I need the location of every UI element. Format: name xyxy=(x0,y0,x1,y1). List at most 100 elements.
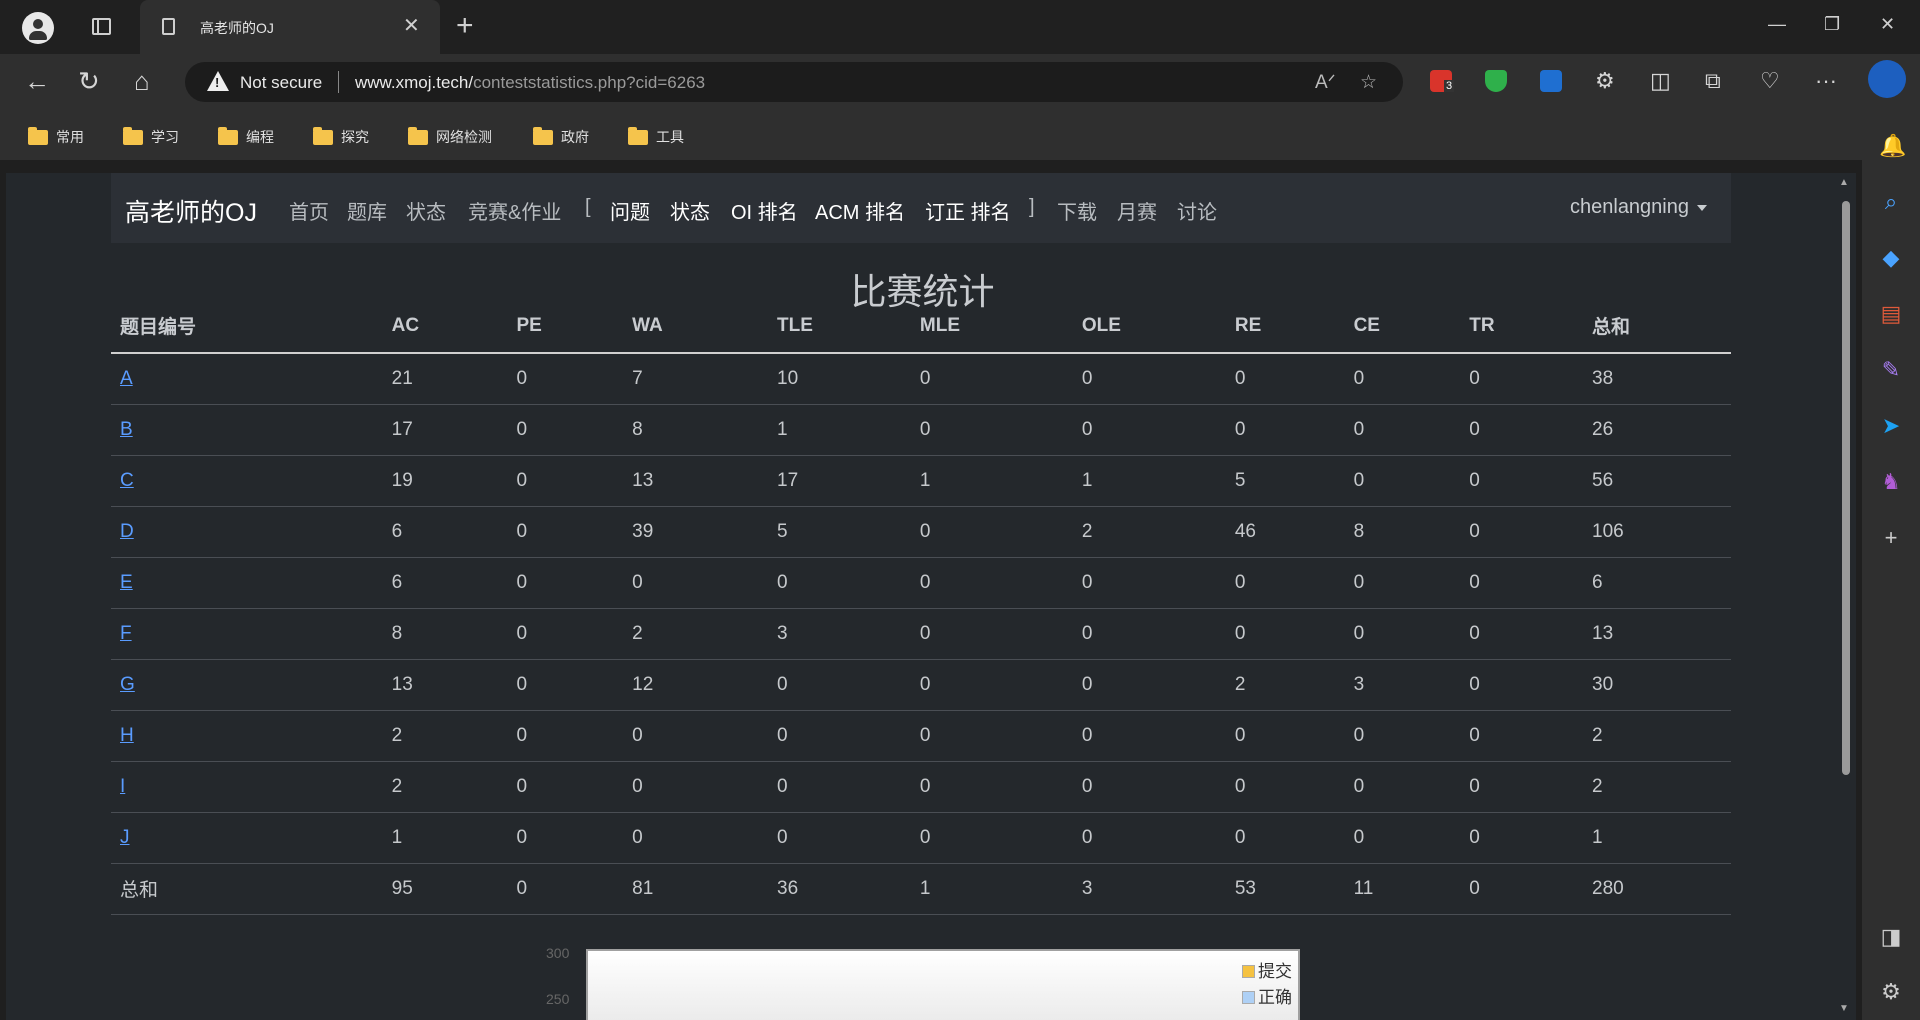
count-cell: 0 xyxy=(768,557,911,609)
nav-oi-rank[interactable]: OI 排名 xyxy=(731,196,798,225)
scroll-thumb[interactable] xyxy=(1842,201,1850,775)
count-cell: 21 xyxy=(382,353,508,405)
problem-id-cell: D xyxy=(111,506,383,558)
tab-strip: 高老师的OJ ✕ + — ❐ ✕ xyxy=(0,0,1920,54)
nav-contests[interactable]: 竞赛&作业 xyxy=(468,196,561,225)
extension-badge: 3 xyxy=(1444,80,1455,92)
zotero-extension-icon[interactable] xyxy=(1540,70,1562,92)
problem-id-cell: I xyxy=(111,761,383,813)
bookmark-label: 探究 xyxy=(341,129,369,145)
restore-icon[interactable]: ❐ xyxy=(1824,14,1840,35)
nav-download[interactable]: 下载 xyxy=(1057,196,1097,225)
count-cell: 46 xyxy=(1225,506,1345,558)
problem-link[interactable]: I xyxy=(120,776,125,797)
bookmark-folder[interactable]: 探究 xyxy=(313,126,369,147)
total-label: 总和 xyxy=(111,863,383,915)
problem-id-cell: G xyxy=(111,659,383,711)
count-cell: 0 xyxy=(1225,608,1345,660)
close-tab-icon[interactable]: ✕ xyxy=(403,13,420,38)
problem-link[interactable]: J xyxy=(120,827,130,848)
address-bar[interactable]: Not secure www.xmoj.tech/conteststatisti… xyxy=(185,62,1403,102)
refresh-icon[interactable]: ↻ xyxy=(78,66,100,96)
bookmark-folder[interactable]: 网络检测 xyxy=(408,126,492,147)
problem-link[interactable]: A xyxy=(120,368,133,389)
bookmark-folder[interactable]: 学习 xyxy=(123,126,179,147)
send-icon[interactable]: ➤ xyxy=(1879,414,1903,438)
count-cell: 0 xyxy=(507,404,624,456)
problem-link[interactable]: H xyxy=(120,725,134,746)
count-cell: 3 xyxy=(768,608,911,660)
sidebar-toggle-icon[interactable]: ◨ xyxy=(1879,925,1903,949)
tab-actions-icon[interactable] xyxy=(92,18,111,35)
problem-link[interactable]: E xyxy=(120,572,133,593)
nav-home[interactable]: 首页 xyxy=(289,196,329,225)
scroll-down-icon[interactable]: ▼ xyxy=(1839,1003,1849,1014)
nav-contest-problems[interactable]: 问题 xyxy=(610,196,650,225)
count-cell: 3 xyxy=(1344,659,1461,711)
not-secure-label[interactable]: Not secure xyxy=(240,73,322,93)
total-cell: 3 xyxy=(1072,863,1226,915)
shopping-tag-icon[interactable]: ◆ xyxy=(1879,246,1903,270)
problem-link[interactable]: G xyxy=(120,674,135,695)
bookmark-label: 学习 xyxy=(151,129,179,145)
page-scrollbar[interactable]: ▲ ▼ xyxy=(1834,173,1856,1020)
games-icon[interactable]: ♞ xyxy=(1879,470,1903,494)
bell-icon[interactable]: 🔔 xyxy=(1879,134,1906,158)
nav-acm-rank[interactable]: ACM 排名 xyxy=(815,196,905,225)
home-icon[interactable]: ⌂ xyxy=(134,66,150,96)
extensions-puzzle-icon[interactable]: ⚙ xyxy=(1595,66,1615,96)
performance-icon[interactable]: ♡ xyxy=(1760,66,1780,96)
total-cell: 280 xyxy=(1583,863,1731,915)
nav-correction-rank[interactable]: 订正 排名 xyxy=(925,196,1011,225)
shield-extension-icon[interactable] xyxy=(1485,70,1507,92)
copilot-icon[interactable] xyxy=(1868,60,1906,98)
problem-link[interactable]: B xyxy=(120,419,133,440)
new-tab-button[interactable]: + xyxy=(456,9,474,43)
browser-tab[interactable]: 高老师的OJ ✕ xyxy=(140,0,440,54)
search-icon[interactable]: ⌕ xyxy=(1879,190,1903,214)
favorite-star-icon[interactable]: ☆ xyxy=(1360,71,1377,94)
count-cell: 0 xyxy=(1072,812,1226,864)
bookmark-folder[interactable]: 政府 xyxy=(533,126,589,147)
site-brand[interactable]: 高老师的OJ xyxy=(125,193,257,229)
profile-avatar-icon[interactable] xyxy=(22,12,54,44)
tools-icon[interactable]: ▤ xyxy=(1879,302,1903,326)
add-icon[interactable]: + xyxy=(1879,526,1903,550)
total-cell: 81 xyxy=(623,863,769,915)
more-options-icon[interactable]: ··· xyxy=(1815,66,1837,96)
minimize-icon[interactable]: — xyxy=(1768,14,1786,35)
bookmark-folder[interactable]: 常用 xyxy=(28,126,84,147)
split-screen-icon[interactable]: ◫ xyxy=(1650,66,1671,96)
nav-problemset[interactable]: 题库 xyxy=(347,196,387,225)
scroll-up-icon[interactable]: ▲ xyxy=(1839,177,1849,188)
settings-gear-icon[interactable]: ⚙ xyxy=(1879,980,1903,1004)
problem-link[interactable]: C xyxy=(120,470,134,491)
collections-icon[interactable]: ⧉ xyxy=(1705,66,1721,96)
nav-discuss[interactable]: 讨论 xyxy=(1177,196,1217,225)
count-cell: 0 xyxy=(1460,353,1584,405)
bookmark-folder[interactable]: 工具 xyxy=(628,126,684,147)
close-window-icon[interactable]: ✕ xyxy=(1880,14,1895,35)
read-aloud-icon[interactable]: Aᐟ xyxy=(1315,71,1336,94)
back-icon[interactable]: ← xyxy=(24,66,50,96)
problem-link[interactable]: F xyxy=(120,623,132,644)
table-row: J1000000001 xyxy=(111,812,1731,864)
count-cell: 106 xyxy=(1583,506,1731,558)
bookmark-label: 政府 xyxy=(561,129,589,145)
count-cell: 2 xyxy=(1583,761,1731,813)
statistics-table: 题目编号 AC PE WA TLE MLE OLE RE CE TR 总和 A 21 0 7 10 0 0 0 0 0… xyxy=(111,299,1731,915)
nav-contest-status[interactable]: 状态 xyxy=(670,196,710,225)
user-dropdown[interactable]: chenlangning xyxy=(1570,196,1707,219)
nav-status[interactable]: 状态 xyxy=(406,196,446,225)
bookmark-folder[interactable]: 编程 xyxy=(218,126,274,147)
problem-link[interactable]: D xyxy=(120,521,134,542)
count-cell: 0 xyxy=(768,761,911,813)
warning-icon[interactable] xyxy=(207,71,229,91)
nav-monthly[interactable]: 月赛 xyxy=(1117,196,1157,225)
edge-sidebar: 🔔 ⌕ ◆ ▤ ✎ ➤ ♞ + ◨ ⚙ xyxy=(1862,110,1920,1020)
url-path: conteststatistics.php?cid=6263 xyxy=(473,73,706,92)
extension-red-icon[interactable]: 3 xyxy=(1430,70,1455,92)
url-text[interactable]: www.xmoj.tech/conteststatistics.php?cid=… xyxy=(355,73,705,93)
office-icon[interactable]: ✎ xyxy=(1879,358,1903,382)
count-cell: 0 xyxy=(1344,404,1461,456)
